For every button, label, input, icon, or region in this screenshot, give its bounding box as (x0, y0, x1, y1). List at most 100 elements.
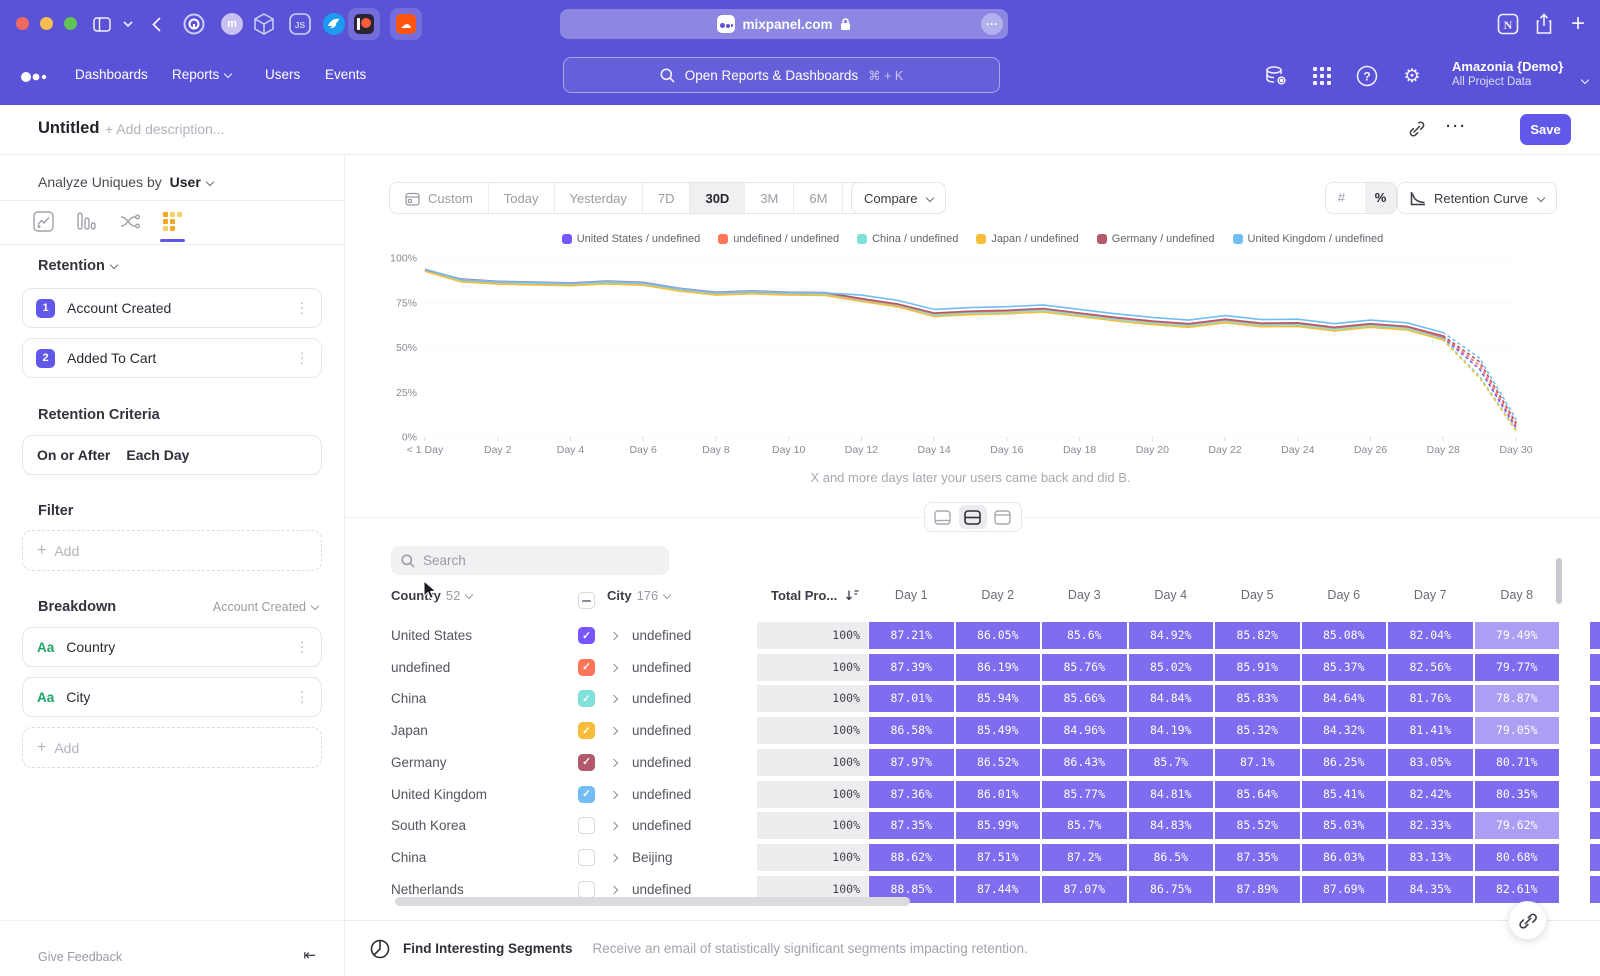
retention-section-header[interactable]: Retention (38, 258, 117, 274)
range-30d[interactable]: 30D (689, 183, 744, 213)
retention-cell[interactable]: 85.6% (1042, 622, 1127, 649)
retention-cell[interactable]: 87.1% (1215, 749, 1300, 776)
retention-cell[interactable]: 85.64% (1215, 781, 1300, 808)
retention-criteria-card[interactable]: On or After Each Day (22, 435, 322, 475)
expand-chevron-icon[interactable] (610, 790, 618, 798)
retention-step-1[interactable]: 1 Account Created ⋮ (22, 288, 322, 328)
row-checkbox[interactable] (578, 849, 595, 866)
retention-cell[interactable]: 84.64% (1302, 685, 1387, 712)
new-tab-icon[interactable]: + (1566, 12, 1590, 36)
retention-cell[interactable]: 87.89% (1215, 876, 1300, 903)
give-feedback-link[interactable]: Give Feedback (38, 950, 122, 964)
mixpanel-logo[interactable] (20, 70, 50, 88)
criteria-mode-select[interactable]: On or After (37, 447, 110, 463)
retention-cell[interactable]: 87.21% (869, 622, 954, 649)
chevron-down-icon[interactable] (116, 12, 140, 36)
vertical-scrollbar[interactable] (1556, 558, 1562, 604)
avatar-extension-icon[interactable]: m (220, 12, 244, 36)
legend-item[interactable]: Germany / undefined (1097, 233, 1215, 245)
retention-cell[interactable]: 84.83% (1129, 812, 1214, 839)
breakdown-options-icon[interactable]: ⋮ (295, 639, 309, 656)
retention-cell[interactable]: 87.69% (1302, 876, 1387, 903)
retention-step-2[interactable]: 2 Added To Cart ⋮ (22, 338, 322, 378)
js-extension-icon[interactable]: JS (288, 12, 312, 36)
patreon-extension-icon[interactable] (348, 8, 380, 40)
retention-cell[interactable]: 87.39% (869, 654, 954, 681)
sidebar-toggle-icon[interactable] (90, 12, 114, 36)
nav-events[interactable]: Events (325, 67, 366, 82)
retention-cell[interactable]: 85.02% (1129, 654, 1214, 681)
retention-cell[interactable]: 85.37% (1302, 654, 1387, 681)
count-format-button[interactable]: # (1326, 183, 1357, 213)
total-column-header[interactable]: Total Pro... (771, 588, 859, 614)
legend-item[interactable]: United Kingdom / undefined (1233, 233, 1384, 245)
expand-chevron-icon[interactable] (610, 854, 618, 862)
select-all-checkbox[interactable] (578, 592, 595, 609)
country-column-header[interactable]: Country52 (391, 588, 472, 614)
retention-cell[interactable]: 85.77% (1042, 781, 1127, 808)
range-6m[interactable]: 6M (793, 183, 842, 213)
retention-cell[interactable]: 84.35% (1388, 876, 1473, 903)
retention-cell[interactable]: 83.13% (1388, 844, 1473, 871)
row-checkbox[interactable]: ✓ (578, 627, 595, 644)
tab-funnels-icon[interactable] (76, 211, 96, 237)
project-switcher[interactable]: Amazonia {Demo} All Project Data (1452, 59, 1563, 88)
retention-cell[interactable]: 84.81% (1129, 781, 1214, 808)
range-yesterday[interactable]: Yesterday (554, 183, 642, 213)
retention-cell[interactable]: 79.62% (1475, 812, 1560, 839)
day-header[interactable]: Day 6 (1302, 588, 1387, 602)
retention-cell[interactable]: 85.76% (1042, 654, 1127, 681)
retention-cell[interactable]: 86.01% (956, 781, 1041, 808)
step-options-icon[interactable]: ⋮ (295, 300, 309, 317)
legend-item[interactable]: undefined / undefined (718, 233, 839, 245)
retention-cell[interactable]: 87.36% (869, 781, 954, 808)
retention-cell[interactable]: 87.44% (956, 876, 1041, 903)
table-only-view-button[interactable] (989, 505, 1017, 529)
help-icon[interactable]: ? (1355, 64, 1379, 88)
range-3m[interactable]: 3M (744, 183, 793, 213)
retention-cell[interactable]: 85.08% (1302, 622, 1387, 649)
retention-cell[interactable]: 87.97% (869, 749, 954, 776)
retention-cell[interactable]: 85.7% (1042, 812, 1127, 839)
retention-cell[interactable]: 85.99% (956, 812, 1041, 839)
retention-cell[interactable]: 84.92% (1129, 622, 1214, 649)
retention-cell[interactable]: 87.07% (1042, 876, 1127, 903)
retention-cell[interactable]: 85.7% (1129, 749, 1214, 776)
zoom-window-button[interactable] (64, 17, 77, 30)
retention-cell[interactable]: 81.41% (1388, 717, 1473, 744)
retention-cell[interactable]: 87.35% (869, 812, 954, 839)
retention-cell[interactable]: 85.83% (1215, 685, 1300, 712)
save-button[interactable]: Save (1520, 114, 1571, 145)
row-checkbox[interactable]: ✓ (578, 722, 595, 739)
page-options-button[interactable]: ··· (981, 13, 1003, 35)
retention-cell[interactable]: 79.05% (1475, 717, 1560, 744)
legend-item[interactable]: Japan / undefined (976, 233, 1078, 245)
more-options-button[interactable]: ··· (1446, 118, 1467, 135)
tab-retention-icon[interactable] (162, 211, 183, 237)
share-link-fab[interactable] (1508, 901, 1547, 940)
retention-cell[interactable]: 80.68% (1475, 844, 1560, 871)
retention-cell[interactable]: 84.32% (1302, 717, 1387, 744)
retention-cell[interactable]: 86.25% (1302, 749, 1387, 776)
retention-cell[interactable]: 82.56% (1388, 654, 1473, 681)
copy-link-icon[interactable] (1405, 117, 1429, 141)
add-filter-button[interactable]: +Add (22, 530, 322, 571)
row-checkbox[interactable] (578, 881, 595, 898)
retention-cell[interactable]: 86.05% (956, 622, 1041, 649)
tab-insights-icon[interactable] (33, 211, 54, 237)
nav-users[interactable]: Users (265, 67, 300, 82)
retention-cell[interactable]: 85.66% (1042, 685, 1127, 712)
split-view-button[interactable] (959, 505, 987, 529)
retention-cell[interactable]: 87.2% (1042, 844, 1127, 871)
collapse-sidebar-icon[interactable]: ⇤ (303, 946, 316, 964)
compare-button[interactable]: Compare (851, 182, 946, 214)
back-icon[interactable] (144, 12, 168, 36)
retention-cell[interactable]: 86.52% (956, 749, 1041, 776)
city-column-header[interactable]: City176 (607, 588, 670, 614)
row-checkbox[interactable]: ✓ (578, 690, 595, 707)
chart-only-view-button[interactable] (929, 505, 957, 529)
address-bar[interactable]: mixpanel.com ··· (560, 9, 1008, 39)
retention-cell[interactable]: 85.94% (956, 685, 1041, 712)
range-7d[interactable]: 7D (642, 183, 690, 213)
day-header[interactable]: Day 7 (1388, 588, 1473, 602)
